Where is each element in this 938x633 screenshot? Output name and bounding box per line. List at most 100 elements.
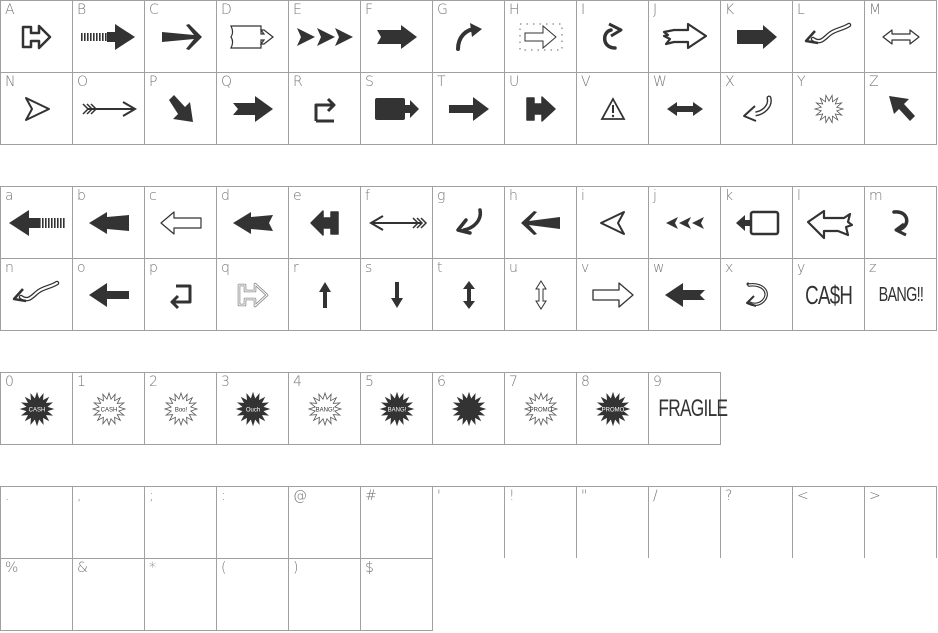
notched-arrow-left-icon xyxy=(217,201,289,245)
outline-triangle-pointer-left-icon xyxy=(577,201,649,245)
solid-starburst-icon xyxy=(433,387,505,431)
arrow-up-left-icon xyxy=(865,87,937,131)
glyph-cell: J xyxy=(648,0,720,72)
glyph-cell: B xyxy=(72,0,144,72)
wedge-arrow-right-icon xyxy=(145,15,217,59)
glyph-cell: R xyxy=(288,72,360,145)
glyph-cell: 0 CASH xyxy=(0,372,72,445)
glyph-cell: * xyxy=(144,558,216,631)
corner-arrow-up-right-icon xyxy=(289,87,361,131)
glyph-cell: # xyxy=(360,486,432,558)
glyph-cell: % xyxy=(0,558,72,631)
glyph-char-label: ) xyxy=(293,560,299,576)
starburst-text: PROMO xyxy=(602,408,625,414)
glyph-cell: 2 Boo! xyxy=(144,372,216,445)
glyph-cell: M xyxy=(864,0,937,72)
starburst-text: CASH xyxy=(29,408,46,414)
glyph-char-label: " xyxy=(581,488,588,504)
outlined-fat-arrow-right-icon xyxy=(1,15,73,59)
double-arrow-horizontal-icon xyxy=(649,87,721,131)
glyph-cell: 7 PROMO xyxy=(504,372,576,445)
glyph-cell: , xyxy=(72,486,144,558)
glyph-cell: Z xyxy=(864,72,937,145)
outline-triangle-pointer-right-icon xyxy=(1,87,73,131)
glyph-cell: r xyxy=(288,258,360,331)
stubby-arrow-right-icon xyxy=(505,87,577,131)
notched-arrow-right-icon xyxy=(361,15,433,59)
glyph-char-label: ! xyxy=(509,488,515,504)
glyph-row: % & * () $ xyxy=(0,558,937,631)
glyph-cell: L xyxy=(792,0,864,72)
solid-starburst-ouch-icon: Ouch xyxy=(217,387,289,431)
outline-arrow-left-icon xyxy=(145,201,217,245)
starburst-text: Boo! xyxy=(175,408,188,414)
glyph-cell: e xyxy=(288,186,360,258)
glyph-cell: 5 BANG! xyxy=(360,372,432,445)
striped-tail-arrow-right-icon xyxy=(73,15,145,59)
box-arrow-left-icon xyxy=(721,201,793,245)
glyph-cell: C xyxy=(144,0,216,72)
glyph-char-label: > xyxy=(869,488,881,504)
solid-arrow-left-icon xyxy=(73,273,145,317)
glyph-word-text: BANG!! xyxy=(878,283,924,306)
glyph-cell: p xyxy=(144,258,216,331)
glyph-cell: 4 BANG! xyxy=(288,372,360,445)
glyph-cell: d xyxy=(216,186,288,258)
glyph-cell: W xyxy=(648,72,720,145)
glyph-cell: o xyxy=(72,258,144,331)
outline-starburst-boo-icon: Boo! xyxy=(145,387,217,431)
outline-curved-arrow-down-left-icon xyxy=(721,87,793,131)
glyph-char-label: % xyxy=(5,560,19,576)
outline-starburst-cash-icon: CASH xyxy=(73,387,145,431)
curved-arrow-down-left-icon xyxy=(433,201,505,245)
glyph-cell: t xyxy=(432,258,504,331)
jagged-outline-arrow-left-icon xyxy=(793,201,865,245)
glyph-char-label: # xyxy=(365,488,377,504)
glyph-cell: > xyxy=(864,486,937,558)
triple-chevron-arrow-right-icon xyxy=(289,15,361,59)
notched-solid-arrow-right-icon xyxy=(217,87,289,131)
arrow-up-icon xyxy=(289,273,361,317)
solid-starburst-promo-icon: PROMO xyxy=(577,387,649,431)
glyph-cell: v xyxy=(576,258,648,331)
glyph-cell: E xyxy=(288,0,360,72)
uppercase-section: ABCDEFGHIJKLMNOPQRSTUVWXYZ xyxy=(0,0,937,145)
glyph-cell: F xyxy=(360,0,432,72)
glyph-cell: q xyxy=(216,258,288,331)
glyph-row: abcdefghijklm xyxy=(0,186,937,258)
glyph-cell: < xyxy=(792,486,864,558)
arrow-down-right-icon xyxy=(145,87,217,131)
arrow-down-icon xyxy=(361,273,433,317)
glyph-char-label: / xyxy=(653,488,658,504)
glyph-char-label: ? xyxy=(725,488,733,504)
selected-outline-arrow-right-icon xyxy=(505,15,577,59)
glyph-cell: 1 CASH xyxy=(72,372,144,445)
jagged-outline-arrow-right-icon xyxy=(649,15,721,59)
glyph-cell: f xyxy=(360,186,432,258)
glyph-char-label: , xyxy=(77,488,82,504)
swirl-arrow-icon xyxy=(721,273,793,317)
glyph-row: ABCDEFGHIJKLM xyxy=(0,0,937,72)
glyph-cell: $ xyxy=(360,558,433,631)
starburst-text: PROMO xyxy=(530,408,553,414)
glyph-cell: U xyxy=(504,72,576,145)
wedge-arrow-left-icon xyxy=(505,201,577,245)
glyph-cell: A xyxy=(0,0,72,72)
glyph-char-label: : xyxy=(221,488,226,504)
glyph-cell: n xyxy=(0,258,72,331)
glyph-cell: g xyxy=(432,186,504,258)
glyph-row: NOPQRSTUVWXYZ xyxy=(0,72,937,145)
glyph-cell: z BANG!! xyxy=(864,258,937,331)
shadowed-outline-arrow-right-icon xyxy=(217,273,289,317)
glyph-cell: l xyxy=(792,186,864,258)
fletched-arrow-left-icon xyxy=(361,201,433,245)
glyph-cell: b xyxy=(72,186,144,258)
glyph-cell: H xyxy=(504,0,576,72)
glyph-cell: P xyxy=(144,72,216,145)
glyph-cell: D xyxy=(216,0,288,72)
glyph-cell: i xyxy=(576,186,648,258)
glyph-char-label: < xyxy=(797,488,809,504)
curl-arrow-return-icon xyxy=(865,201,937,245)
glyph-char-label: * xyxy=(149,560,156,576)
bang-word-icon: BANG!! xyxy=(865,273,937,317)
